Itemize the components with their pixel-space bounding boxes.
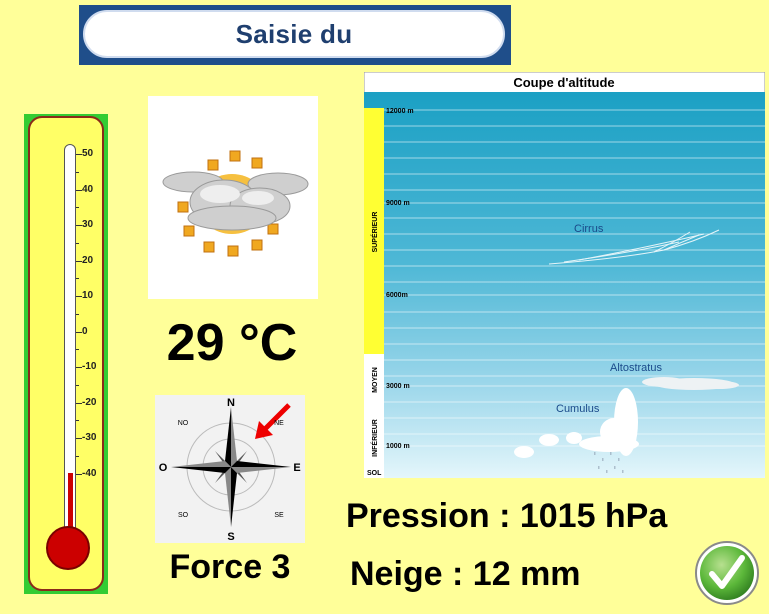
weather-icon-box[interactable] — [148, 96, 318, 299]
thermometer-frame: 50 40 30 20 10 0 -10 -20 -30 -40 — [28, 116, 104, 591]
level-12000: 12000 m — [386, 108, 414, 115]
cloud-label-cirrus: Cirrus — [574, 223, 604, 235]
thermometer-minor-tick — [76, 242, 79, 244]
thermometer-tick-label: 50 — [82, 148, 94, 159]
thermometer-minor-tick — [76, 384, 79, 386]
compass-label-ne: NE — [274, 420, 284, 427]
thermometer-tube — [64, 144, 76, 534]
thermometer-tick-label: -20 — [82, 396, 97, 408]
thermometer-minor-tick — [76, 420, 79, 422]
compass-label-no: NO — [178, 420, 189, 427]
level-6000: 6000m — [386, 292, 408, 299]
cloud-label-altostratus: Altostratus — [610, 362, 662, 374]
compass-label-o: O — [159, 462, 168, 474]
thermometer-tick-label: 40 — [82, 183, 94, 195]
compass-label-se: SE — [274, 512, 284, 519]
thermometer-minor-tick — [76, 349, 79, 351]
level-3000: 3000 m — [386, 383, 410, 390]
compass-label-s: S — [227, 531, 234, 543]
thermometer-tick-label: 10 — [82, 290, 94, 301]
altitude-section[interactable]: Coupe d'altitude SUPÉRIEUR MOYEN INFÉRIE… — [363, 71, 766, 479]
sun-cloud-icon — [162, 150, 309, 257]
temperature-value: 29 °C — [166, 314, 298, 372]
wind-compass[interactable]: N S E O NO NE SO SE — [155, 395, 305, 543]
band-inferieur: INFÉRIEUR — [370, 419, 379, 457]
thermometer-minor-tick — [76, 278, 79, 280]
thermometer-minor-tick — [76, 171, 79, 173]
thermometer-tick-label: 20 — [82, 254, 94, 266]
compass-label-e: E — [293, 462, 300, 474]
checkmark-icon — [695, 541, 759, 605]
thermometer-minor-tick — [76, 455, 79, 457]
thermometer-tick-label: -10 — [82, 361, 97, 372]
page-title: Saisie du — [83, 10, 505, 58]
pressure-value: Pression : 1015 hPa — [346, 497, 668, 535]
level-sol: SOL — [367, 470, 382, 477]
thermometer-tick-label: -40 — [82, 467, 97, 479]
header-banner: Saisie du — [79, 5, 511, 65]
thermometer-minor-tick — [76, 313, 79, 315]
altitude-chart: Coupe d'altitude SUPÉRIEUR MOYEN INFÉRIE… — [363, 71, 766, 479]
altitude-title: Coupe d'altitude — [513, 75, 614, 90]
validate-button[interactable] — [694, 540, 760, 606]
compass-rose-icon: N S E O NO NE SO SE — [159, 397, 301, 543]
thermometer-bulb — [46, 526, 90, 570]
compass-label-n: N — [227, 397, 235, 409]
band-superieur: SUPÉRIEUR — [370, 212, 379, 253]
thermometer-tick-label: -30 — [82, 432, 97, 443]
compass-label-so: SO — [178, 512, 189, 519]
thermometer-tick-label: 30 — [82, 219, 94, 230]
band-moyen: MOYEN — [372, 367, 379, 393]
level-1000: 1000 m — [386, 443, 410, 450]
thermometer-tick-label: 0 — [82, 325, 88, 337]
wind-force: Force 3 — [169, 548, 291, 586]
level-9000: 9000 m — [386, 200, 410, 207]
cloud-label-cumulus: Cumulus — [556, 403, 600, 415]
thermometer-minor-tick — [76, 207, 79, 209]
thermometer-mercury — [68, 472, 73, 533]
snow-value: Neige : 12 mm — [350, 555, 581, 593]
thermometer[interactable]: 50 40 30 20 10 0 -10 -20 -30 -40 — [24, 114, 108, 594]
